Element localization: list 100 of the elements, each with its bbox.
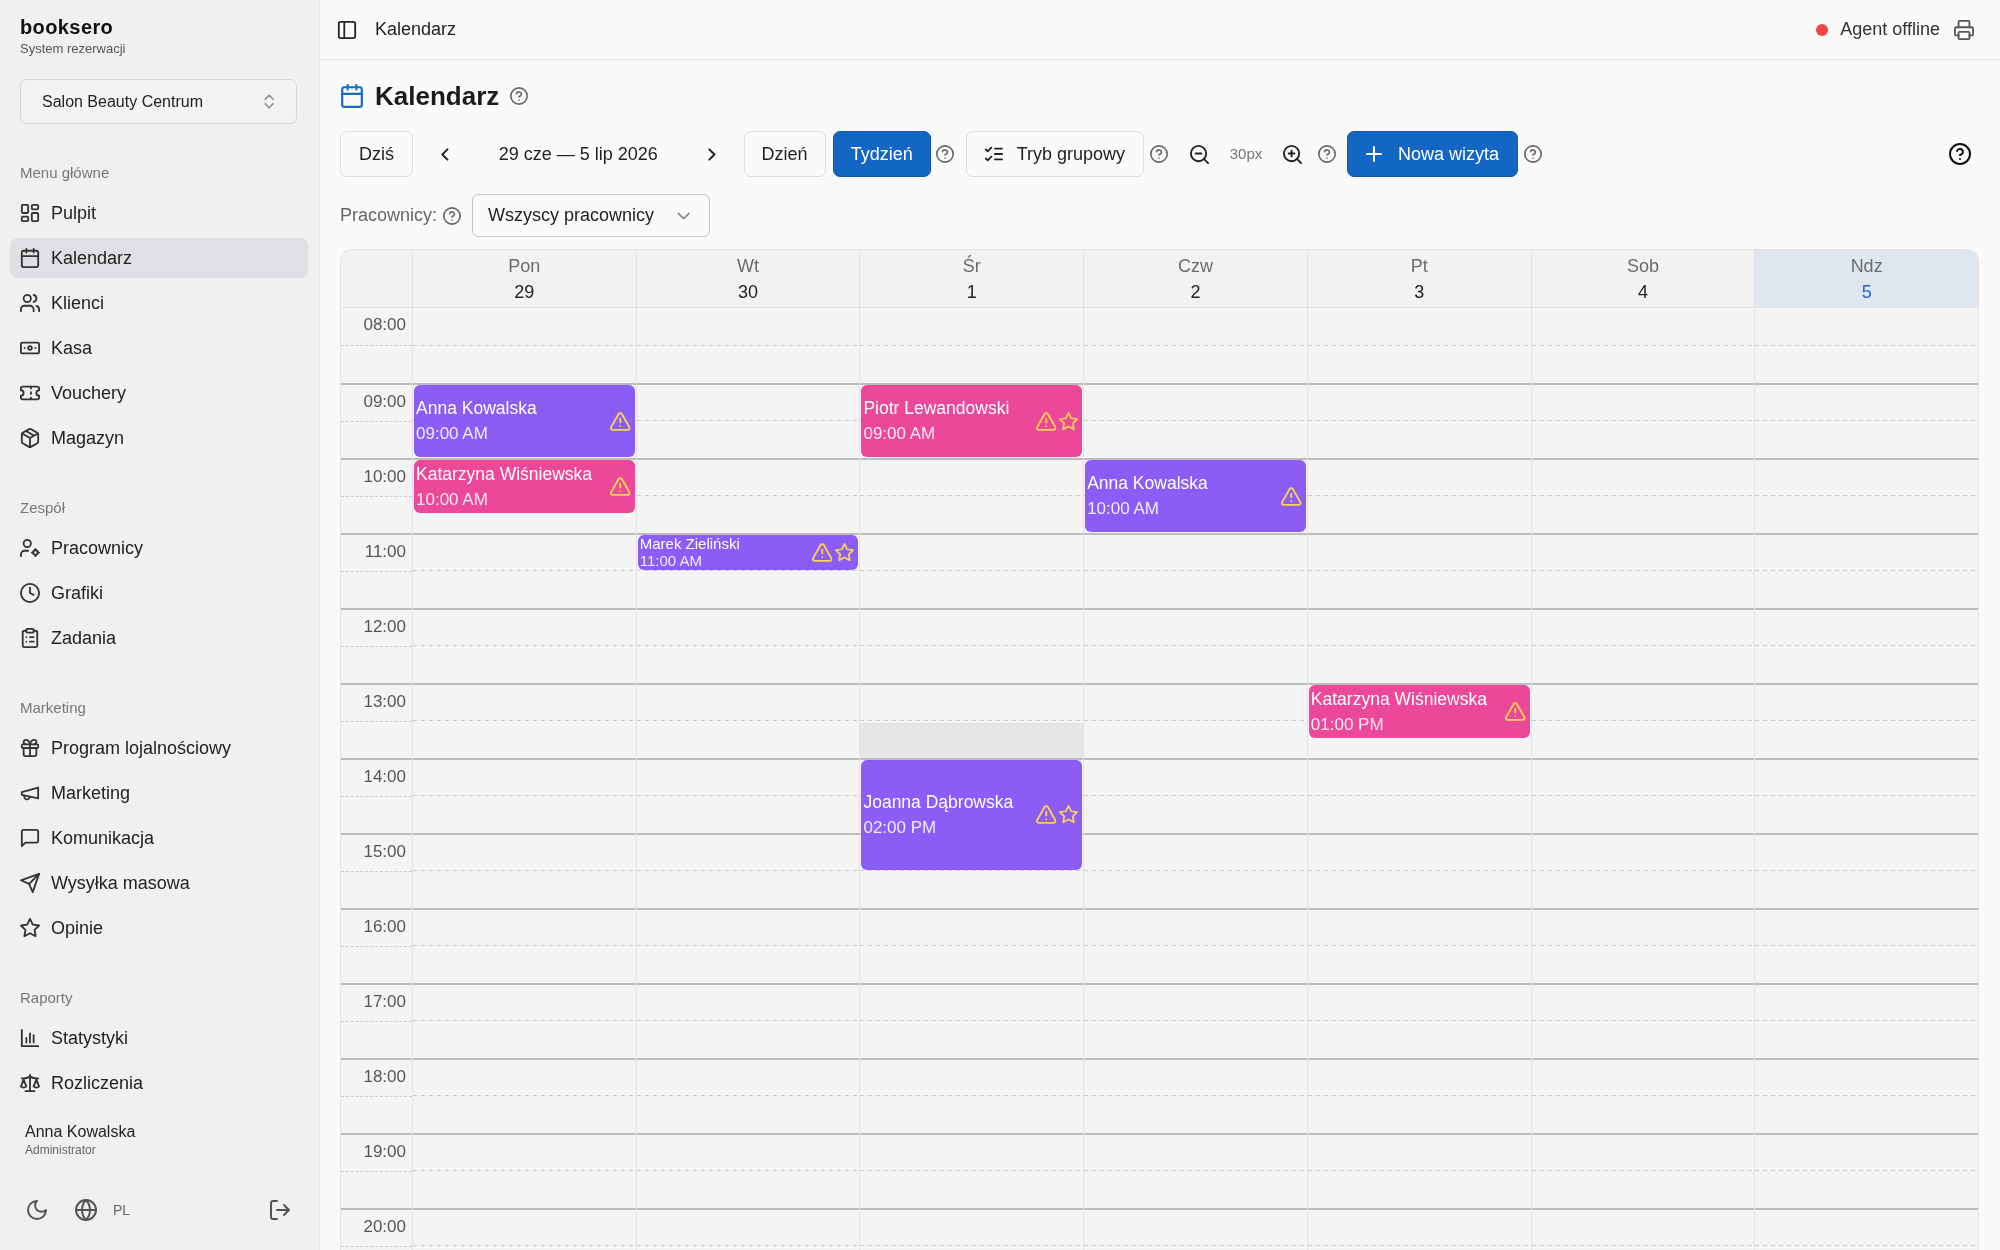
nav-item[interactable]: Klienci [10, 283, 308, 323]
zoom-out-icon[interactable] [1189, 143, 1211, 165]
day-name: Śr [962, 254, 981, 278]
day-header[interactable]: Śr 1 [859, 250, 1084, 307]
nav-item[interactable]: Kalendarz [10, 238, 308, 278]
day-header[interactable]: Pt 3 [1306, 250, 1531, 307]
time-label: 08:00 [362, 314, 407, 336]
calendar-icon [20, 248, 40, 268]
star-icon [20, 918, 40, 938]
agent-status-text: Agent offline [1840, 18, 1940, 41]
grid-icon [20, 203, 40, 223]
location-select[interactable]: Salon Beauty Centrum [20, 79, 297, 124]
help-icon[interactable] [1949, 143, 1971, 165]
zoom-in-icon[interactable] [1282, 143, 1304, 165]
nav-item[interactable]: Komunikacja [10, 818, 308, 858]
panel-icon[interactable] [337, 19, 357, 40]
clock-icon [20, 583, 40, 603]
appointment-block[interactable]: Piotr Lewandowski 09:00 AM [861, 385, 1083, 457]
nav-item[interactable]: Kasa [10, 328, 308, 368]
chevrons-icon [263, 94, 274, 109]
logout-icon[interactable] [269, 1199, 291, 1221]
box-icon [20, 428, 40, 448]
day-name: Pt [1410, 254, 1428, 278]
checklist-icon [984, 145, 1003, 163]
day-date: 2 [1190, 280, 1201, 304]
filter-label: Pracownicy: [340, 204, 438, 227]
client-name: Katarzyna Wiśniewska [1310, 687, 1488, 711]
nav-item[interactable]: Pulpit [10, 193, 308, 233]
appointment-time: 01:00 PM [1310, 713, 1385, 736]
speech-bubble-icon [20, 828, 40, 848]
section-label: Raporty [20, 988, 73, 1008]
nav-item[interactable]: Opinie [10, 908, 308, 948]
section-label: Menu główne [20, 163, 110, 183]
brand-logo[interactable]: booksero [0, 14, 134, 40]
appointment-time: 09:00 AM [416, 423, 489, 445]
client-name: Piotr Lewandowski [863, 397, 1011, 420]
group-mode-button[interactable]: Tryb grupowy [965, 131, 1145, 177]
time-label: 14:00 [362, 766, 407, 788]
gift-icon [20, 738, 40, 758]
time-label: 10:00 [362, 466, 407, 488]
day-header[interactable]: Ndz 5 [1754, 250, 1978, 307]
today-button[interactable]: Dziś [340, 131, 413, 177]
nav-item[interactable]: Rozliczenia [10, 1063, 308, 1103]
appointment-block[interactable]: Anna Kowalska 10:00 AM [1085, 460, 1306, 532]
zoom-level-text: 30px [1228, 143, 1264, 164]
page-title: Kalendarz [375, 80, 500, 112]
printer-icon[interactable] [1954, 19, 1974, 40]
nav-item[interactable]: Zadania [10, 618, 308, 658]
chevron-down-icon [676, 211, 691, 220]
day-header[interactable]: Pon 29 [412, 250, 636, 307]
day-date: 30 [738, 280, 759, 304]
time-label: 13:00 [362, 691, 407, 713]
clipboard-icon [20, 628, 40, 648]
user-gear-icon [20, 538, 40, 558]
day-header[interactable]: Wt 30 [635, 250, 860, 307]
scales-icon [20, 1073, 40, 1093]
nav-item[interactable]: Marketing [10, 773, 308, 813]
nav-item[interactable]: Vouchery [10, 373, 308, 413]
day-header[interactable]: Czw 2 [1083, 250, 1307, 307]
day-name: Czw [1178, 254, 1213, 278]
client-name: Anna Kowalska [416, 397, 538, 420]
client-name: Katarzyna Wiśniewska [416, 462, 594, 486]
employee-select[interactable]: Wszyscy pracownicy [472, 194, 711, 237]
new-visit-button[interactable]: Nowa wizyta [1347, 131, 1519, 177]
appointment-block[interactable]: Marek Zieliński 11:00 AM [637, 535, 859, 570]
chevron-left-icon[interactable] [441, 147, 449, 161]
nav-item[interactable]: Pracownicy [10, 528, 308, 568]
moon-icon[interactable] [27, 1200, 47, 1220]
appointment-time: 11:00 AM [639, 552, 703, 570]
appointment-block[interactable]: Anna Kowalska 09:00 AM [414, 385, 635, 457]
day-date: 29 [514, 280, 535, 304]
day-name: Sob [1626, 254, 1659, 278]
nav-item[interactable]: Program lojalnościowy [10, 728, 308, 768]
day-date: 1 [966, 280, 977, 304]
day-date: 3 [1414, 280, 1425, 304]
nav-item[interactable]: Grafiki [10, 573, 308, 613]
nav-item[interactable]: Magazyn [10, 418, 308, 458]
user-name: Anna Kowalska [25, 1122, 136, 1142]
ticket-icon [20, 383, 40, 403]
time-label: 19:00 [362, 1141, 407, 1163]
view-button[interactable]: Tydzień [832, 131, 931, 177]
time-label: 12:00 [362, 616, 407, 638]
day-name: Pon [508, 254, 541, 278]
day-date: 4 [1637, 280, 1648, 304]
day-date: 5 [1861, 280, 1872, 304]
people-icon [20, 293, 40, 313]
view-button[interactable]: Dzień [743, 131, 826, 177]
appointment-block[interactable]: Joanna Dąbrowska 02:00 PM [861, 760, 1083, 870]
chevron-right-icon[interactable] [707, 147, 716, 161]
time-label: 17:00 [362, 991, 407, 1013]
language-label[interactable]: PL [113, 1199, 131, 1221]
nav-item[interactable]: Wysyłka masowa [10, 863, 308, 903]
nav-item[interactable]: Statystyki [10, 1018, 308, 1058]
globe-icon[interactable] [75, 1199, 97, 1221]
paper-plane-icon [20, 873, 40, 893]
appointment-block[interactable]: Katarzyna Wiśniewska 01:00 PM [1308, 685, 1530, 739]
bar-chart-icon [20, 1028, 40, 1048]
appointment-time: 10:00 AM [416, 488, 489, 511]
day-name: Wt [737, 254, 760, 278]
appointment-block[interactable]: Katarzyna Wiśniewska 10:00 AM [414, 460, 635, 514]
